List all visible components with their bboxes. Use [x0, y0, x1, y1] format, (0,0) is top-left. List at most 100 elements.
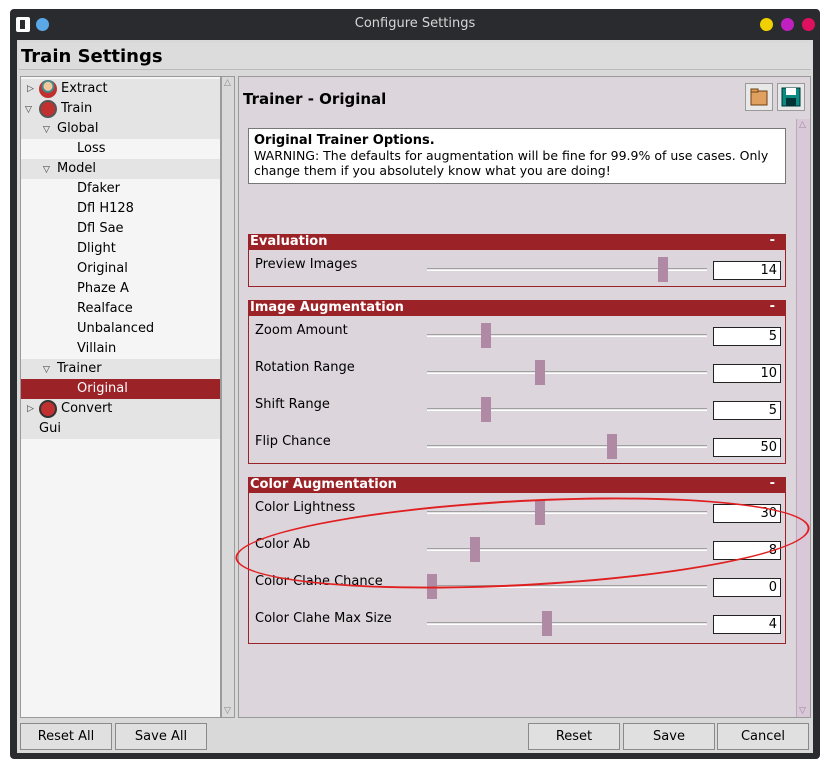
- color-clahe-chance-input[interactable]: 0: [713, 578, 781, 597]
- tree-item-realface[interactable]: Realface: [21, 299, 220, 319]
- convert-icon: [39, 400, 57, 418]
- color-ab-slider-thumb[interactable]: [470, 537, 480, 562]
- section-color-augmentation: Color Augmentation - Color Lightness 30 …: [248, 476, 786, 644]
- section-evaluation: Evaluation - Preview Images 14: [248, 233, 786, 287]
- scroll-up-icon[interactable]: △: [799, 120, 806, 130]
- option-label: Color Lightness: [255, 500, 356, 515]
- collapse-arrow-icon[interactable]: ▽: [25, 105, 32, 115]
- shift-range-slider-track[interactable]: [427, 408, 707, 411]
- info-text: WARNING: The defaults for augmentation w…: [254, 148, 769, 178]
- collapse-arrow-icon[interactable]: ▽: [43, 365, 50, 375]
- scroll-down-icon[interactable]: ▽: [799, 706, 806, 716]
- options-scrollbar[interactable]: △ ▽: [796, 119, 810, 717]
- tree-item-trainer[interactable]: ▽ Trainer: [21, 359, 220, 379]
- tree-scrollbar[interactable]: △ ▽: [221, 76, 235, 718]
- tree-item-dfaker[interactable]: Dfaker: [21, 179, 220, 199]
- zoom-amount-input[interactable]: 5: [713, 327, 781, 346]
- flip-chance-slider-track[interactable]: [427, 445, 707, 448]
- section-title: Evaluation: [250, 234, 328, 249]
- maximize-icon[interactable]: [781, 18, 794, 31]
- folder-icon: [750, 88, 768, 106]
- save-button[interactable]: Save: [623, 723, 715, 750]
- open-folder-button[interactable]: [745, 83, 773, 111]
- options-panel: Trainer - Original △ ▽ Original Trainer …: [238, 76, 811, 718]
- zoom-amount-slider-thumb[interactable]: [481, 323, 491, 348]
- color-clahe-max-size-slider-track[interactable]: [427, 622, 707, 625]
- tree-item-original-trainer[interactable]: Original: [21, 379, 220, 399]
- header-bar: Train Settings: [19, 43, 811, 70]
- minimize-icon[interactable]: [760, 18, 773, 31]
- option-label: Color Clahe Chance: [255, 574, 383, 589]
- settings-window: Configure Settings Train Settings ▷ Extr…: [10, 9, 820, 759]
- section-collapse-toggle[interactable]: -: [770, 476, 775, 491]
- scroll-down-icon[interactable]: ▽: [224, 706, 231, 716]
- reset-button[interactable]: Reset: [528, 723, 620, 750]
- tree-item-label: Global: [57, 121, 99, 136]
- color-lightness-slider-track[interactable]: [427, 511, 707, 514]
- title-bar: Configure Settings: [10, 9, 820, 40]
- reset-all-button[interactable]: Reset All: [20, 723, 112, 750]
- save-all-button[interactable]: Save All: [115, 723, 207, 750]
- flip-chance-slider-thumb[interactable]: [607, 434, 617, 459]
- info-title: Original Trainer Options.: [254, 133, 435, 148]
- option-label: Rotation Range: [255, 360, 355, 375]
- color-lightness-slider-thumb[interactable]: [535, 500, 545, 525]
- tree-item-unbalanced[interactable]: Unbalanced: [21, 319, 220, 339]
- color-lightness-input[interactable]: 30: [713, 504, 781, 523]
- color-ab-input[interactable]: 8: [713, 541, 781, 560]
- color-clahe-chance-slider-thumb[interactable]: [427, 574, 437, 599]
- tree-item-label: Original: [77, 261, 128, 276]
- save-config-button[interactable]: [777, 83, 805, 111]
- tree-item-label: Dlight: [77, 241, 116, 256]
- section-collapse-toggle[interactable]: -: [770, 233, 775, 248]
- close-icon[interactable]: [802, 18, 815, 31]
- color-clahe-chance-slider-track[interactable]: [427, 585, 707, 588]
- train-icon: [39, 100, 57, 118]
- expand-arrow-icon[interactable]: ▷: [27, 404, 34, 414]
- section-header: Color Augmentation -: [249, 476, 785, 493]
- tree-item-label: Phaze A: [77, 281, 129, 296]
- preview-images-input[interactable]: 14: [713, 261, 781, 280]
- color-ab-slider-track[interactable]: [427, 548, 707, 551]
- tree-item-label: Trainer: [57, 361, 102, 376]
- cancel-button[interactable]: Cancel: [717, 723, 809, 750]
- color-clahe-max-size-input[interactable]: 4: [713, 615, 781, 634]
- rotation-range-slider-track[interactable]: [427, 371, 707, 374]
- tree-item-original-model[interactable]: Original: [21, 259, 220, 279]
- tree-item-label: Dfaker: [77, 181, 120, 196]
- option-label: Color Clahe Max Size: [255, 611, 392, 626]
- tree-item-villain[interactable]: Villain: [21, 339, 220, 359]
- option-label: Flip Chance: [255, 434, 331, 449]
- tree-item-label: Extract: [61, 81, 108, 96]
- plugin-title: Trainer - Original: [243, 90, 387, 108]
- tree-item-gui[interactable]: Gui: [21, 419, 220, 439]
- rotation-range-slider-thumb[interactable]: [535, 360, 545, 385]
- tree-item-label: Dfl H128: [77, 201, 134, 216]
- tree-item-extract[interactable]: ▷ Extract: [21, 79, 220, 99]
- tree-item-convert[interactable]: ▷ Convert: [21, 399, 220, 419]
- tree-item-model[interactable]: ▽ Model: [21, 159, 220, 179]
- flip-chance-input[interactable]: 50: [713, 438, 781, 457]
- shift-range-slider-thumb[interactable]: [481, 397, 491, 422]
- expand-arrow-icon[interactable]: ▷: [27, 84, 34, 94]
- settings-tree: ▷ Extract ▽ Train ▽ Global Loss ▽ Model …: [20, 76, 221, 718]
- preview-images-slider-thumb[interactable]: [658, 257, 668, 282]
- tree-item-dfl-h128[interactable]: Dfl H128: [21, 199, 220, 219]
- collapse-arrow-icon[interactable]: ▽: [43, 165, 50, 175]
- section-header: Image Augmentation -: [249, 299, 785, 316]
- option-label: Preview Images: [255, 257, 358, 272]
- collapse-arrow-icon[interactable]: ▽: [43, 125, 50, 135]
- tree-item-global[interactable]: ▽ Global: [21, 119, 220, 139]
- scroll-up-icon[interactable]: △: [224, 78, 231, 88]
- tree-item-dlight[interactable]: Dlight: [21, 239, 220, 259]
- shift-range-input[interactable]: 5: [713, 401, 781, 420]
- color-clahe-max-size-slider-thumb[interactable]: [542, 611, 552, 636]
- section-collapse-toggle[interactable]: -: [770, 299, 775, 314]
- rotation-range-input[interactable]: 10: [713, 364, 781, 383]
- tree-item-dfl-sae[interactable]: Dfl Sae: [21, 219, 220, 239]
- info-box: Original Trainer Options. WARNING: The d…: [248, 128, 786, 184]
- tree-item-loss[interactable]: Loss: [21, 139, 220, 159]
- zoom-amount-slider-track[interactable]: [427, 334, 707, 337]
- tree-item-phaze-a[interactable]: Phaze A: [21, 279, 220, 299]
- tree-item-train[interactable]: ▽ Train: [21, 99, 220, 119]
